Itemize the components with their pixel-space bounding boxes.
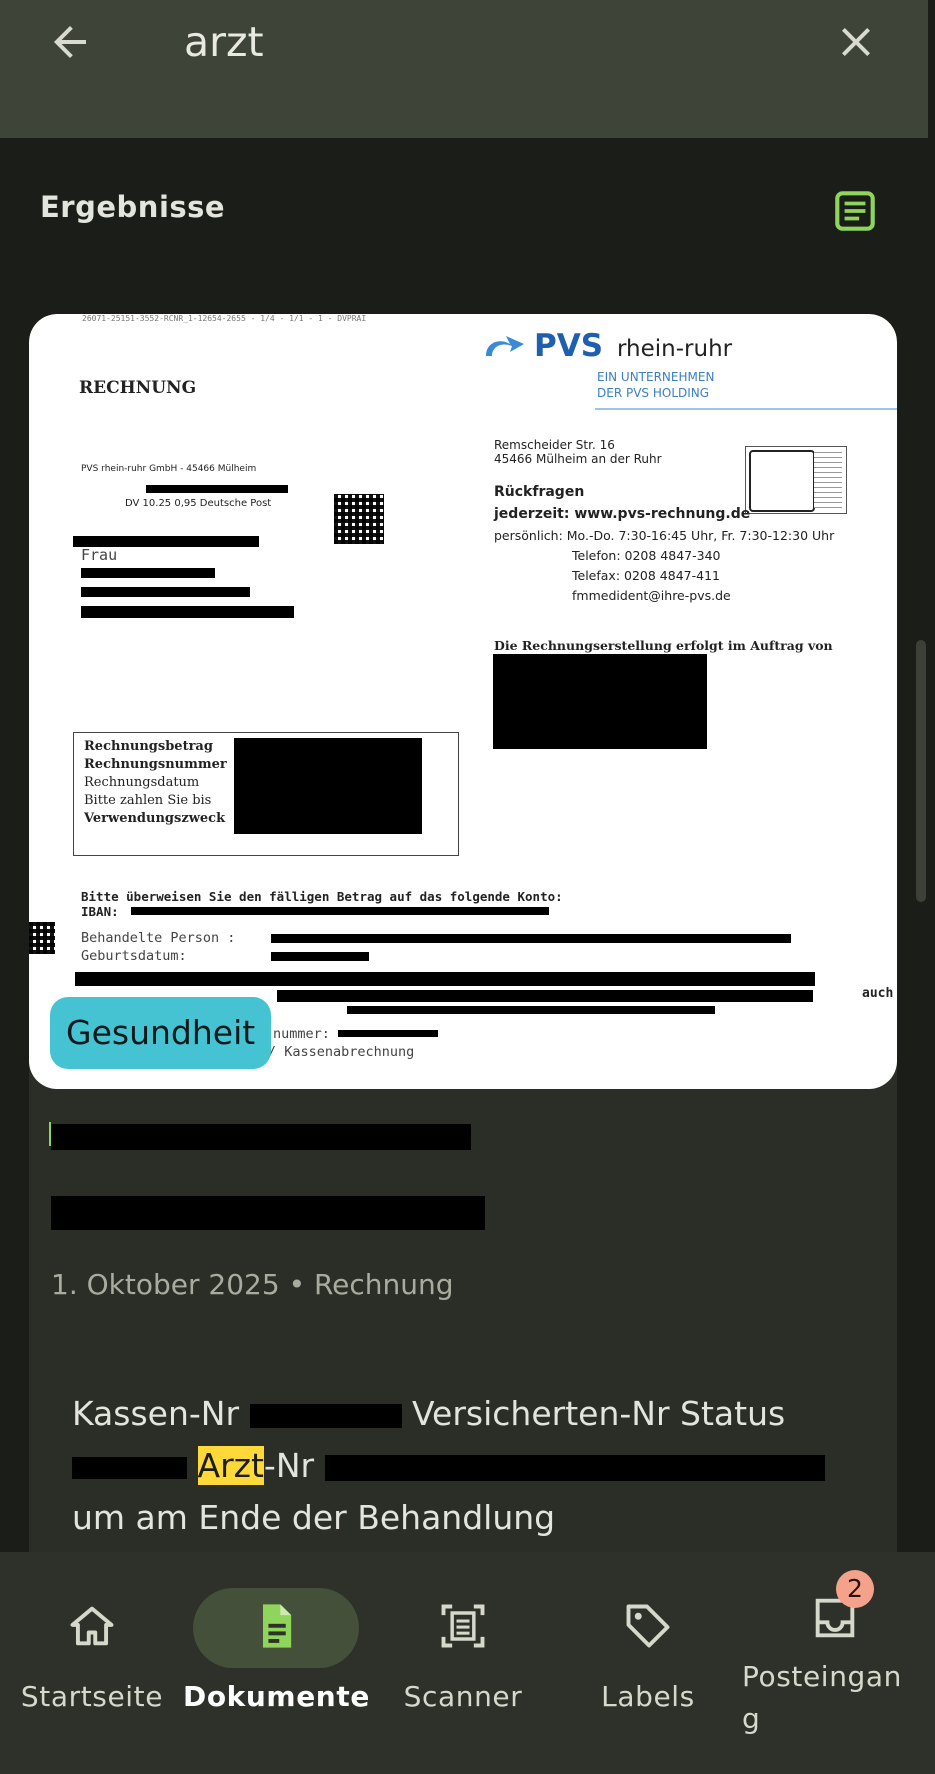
pvs-logo-sub1: EIN UNTERNEHMEN [597,370,715,384]
box-label: Rechnungsbetrag [84,739,213,754]
nav-label: Dokumente [183,1680,370,1713]
search-highlight: Arzt [197,1446,264,1485]
scrollbar[interactable] [916,640,926,902]
doc-auch-di: auch di [862,986,897,1001]
box-label: Bitte zahlen Sie bis [84,793,212,808]
redaction [81,606,294,618]
nav-posteingang[interactable]: 2 Posteingan g [740,1552,930,1774]
doc-salutation: Frau [81,546,118,564]
doc-email: fmmedident@ihre-pvs.de [572,588,731,603]
results-heading: Ergebnisse [40,190,226,224]
snippet-text: -Nr [263,1446,315,1485]
document-meta: 1. Oktober 2025 • Rechnung [51,1268,454,1301]
snippet-text: Kassen-Nr [72,1394,240,1433]
redaction [75,972,815,986]
search-query-field[interactable]: arzt [184,18,264,66]
document-date: 1. Oktober 2025 [51,1268,280,1301]
doc-address1: Remscheider Str. 16 [494,438,615,452]
nav-labels[interactable]: Labels [555,1552,741,1774]
nav-startseite[interactable]: Startseite [0,1552,185,1774]
redaction [277,990,813,1002]
redaction [131,907,549,915]
doc-telefon: Telefon: 0208 4847-340 [572,548,721,563]
nav-dokumente[interactable]: Dokumente [183,1552,369,1774]
box-label: Rechnungsdatum [84,775,200,790]
label-chip[interactable]: Gesundheit [50,997,272,1069]
doc-behandelte: Behandelte Person : [81,930,236,946]
doc-address2: 45466 Mülheim an der Ruhr [494,452,662,466]
nav-label: Labels [601,1680,695,1713]
title-redaction [51,1196,485,1230]
meta-separator: • [288,1268,306,1301]
correspondent-redaction [51,1124,471,1150]
document-thumbnail[interactable]: 26071-25151-3552-RCNR_1-12654-2655 - 1/4… [29,314,897,1089]
redaction [249,1403,402,1428]
doc-iban: IBAN: [81,904,119,919]
doc-nummer: nummer: [273,1026,330,1042]
search-app-bar: arzt [0,0,928,138]
view-mode-icon[interactable] [830,186,880,236]
doc-side-code [29,922,55,954]
inbox-badge: 2 [836,1570,874,1608]
redaction [347,1006,715,1014]
nav-scanner[interactable]: Scanner [370,1552,556,1774]
bottom-navigation: Startseite Dokumente Scanner Labels 2 Po… [0,1552,935,1774]
pvs-logo-sub2: DER PVS HOLDING [597,386,710,400]
doc-postage: DV 10.25 0,95 Deutsche Post [125,498,272,509]
box-label: Rechnungsnummer [84,757,227,772]
redaction [324,1454,825,1481]
nav-label: Startseite [20,1680,164,1713]
redaction [271,952,369,961]
doc-persoenlich: persönlich: Mo.-Do. 7:30-16:45 Uhr, Fr. … [494,528,835,543]
redaction [81,587,250,597]
document-card[interactable]: 26071-25151-3552-RCNR_1-12654-2655 - 1/4… [29,314,897,1614]
pvs-logo-region: rhein-ruhr [617,336,733,362]
doc-jederzeit: jederzeit: www.pvs-rechnung.de [494,506,751,522]
redaction [493,654,707,749]
document-type: Rechnung [313,1268,454,1301]
close-icon[interactable] [832,18,880,66]
redaction [234,738,422,834]
doc-title: RECHNUNG [79,378,197,398]
back-arrow-icon[interactable] [46,18,94,66]
doc-rueckfragen: Rückfragen [494,484,585,500]
redaction [338,1030,438,1037]
doc-sender-line: PVS rhein-ruhr GmbH - 45466 Mülheim [81,464,257,474]
doc-ueberweisen: Bitte überweisen Sie den fälligen Betrag… [81,889,563,904]
nav-label: Posteingan g [742,1660,903,1735]
divider [595,408,897,410]
redaction [271,934,791,943]
pvs-logo-icon [486,336,524,356]
redaction [146,485,288,493]
tuev-seal [745,446,847,514]
doc-geburtsdatum: Geburtsdatum: [81,948,187,964]
scanner-icon [441,1604,485,1648]
home-icon [70,1606,114,1646]
doc-header-code: 26071-25151-3552-RCNR_1-12654-2655 - 1/4… [82,314,367,323]
label-icon [626,1604,670,1648]
redaction [72,1456,187,1479]
doc-telefax: Telefax: 0208 4847-411 [572,568,720,583]
nav-label: Scanner [403,1680,523,1713]
document-icon [263,1604,292,1648]
search-snippet: Kassen-Nr Versicherten-Nr Status Arzt-Nr… [72,1388,872,1544]
box-label: Verwendungszweck [84,811,226,826]
doc-auftrag: Die Rechnungserstellung erfolgt im Auftr… [494,638,833,653]
snippet-text: um am Ende der Behandlung [72,1498,556,1537]
snippet-text: Versicherten-Nr Status [412,1394,786,1433]
redaction [81,568,215,578]
pvs-logo-text: PVS [534,328,604,364]
invoice-info-box: Rechnungsbetrag Rechnungsnummer Rechnung… [73,732,459,856]
doc-qr-code [334,494,384,544]
